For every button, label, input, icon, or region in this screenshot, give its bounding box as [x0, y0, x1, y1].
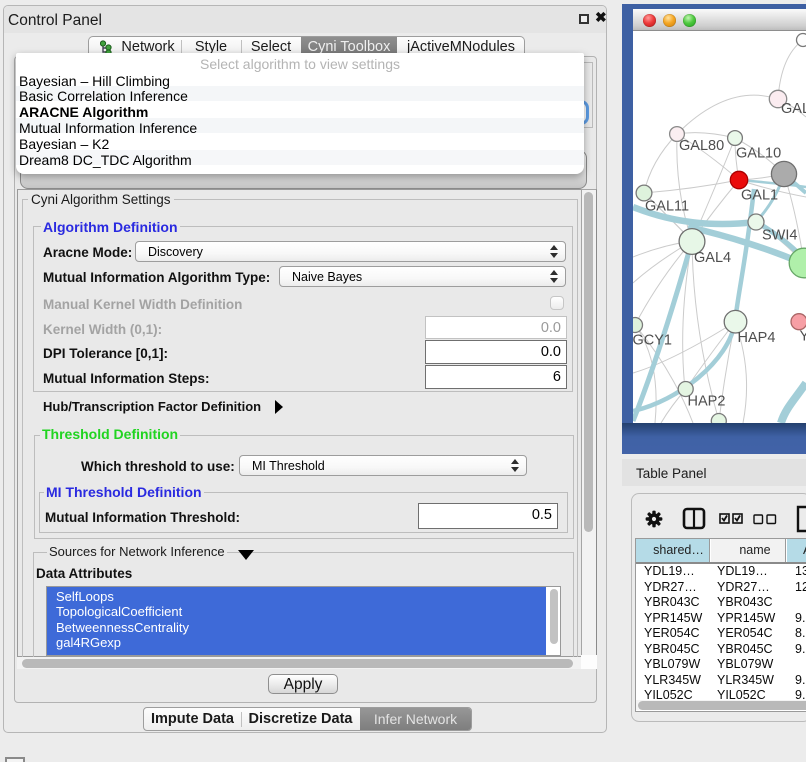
svg-text:GAL10: GAL10: [736, 146, 781, 162]
svg-text:GAL4: GAL4: [694, 250, 731, 266]
svg-text:GCY1: GCY1: [633, 333, 672, 349]
svg-text:SWI4: SWI4: [762, 228, 797, 244]
svg-text:Y: Y: [800, 329, 806, 345]
svg-text:GAL80: GAL80: [679, 138, 724, 154]
svg-text:GAL11: GAL11: [645, 199, 689, 215]
svg-text:GAL: GAL: [781, 101, 806, 117]
svg-text:GAL1: GAL1: [741, 188, 778, 204]
svg-text:HAP2: HAP2: [688, 394, 726, 410]
svg-text:HAP4: HAP4: [738, 330, 776, 346]
